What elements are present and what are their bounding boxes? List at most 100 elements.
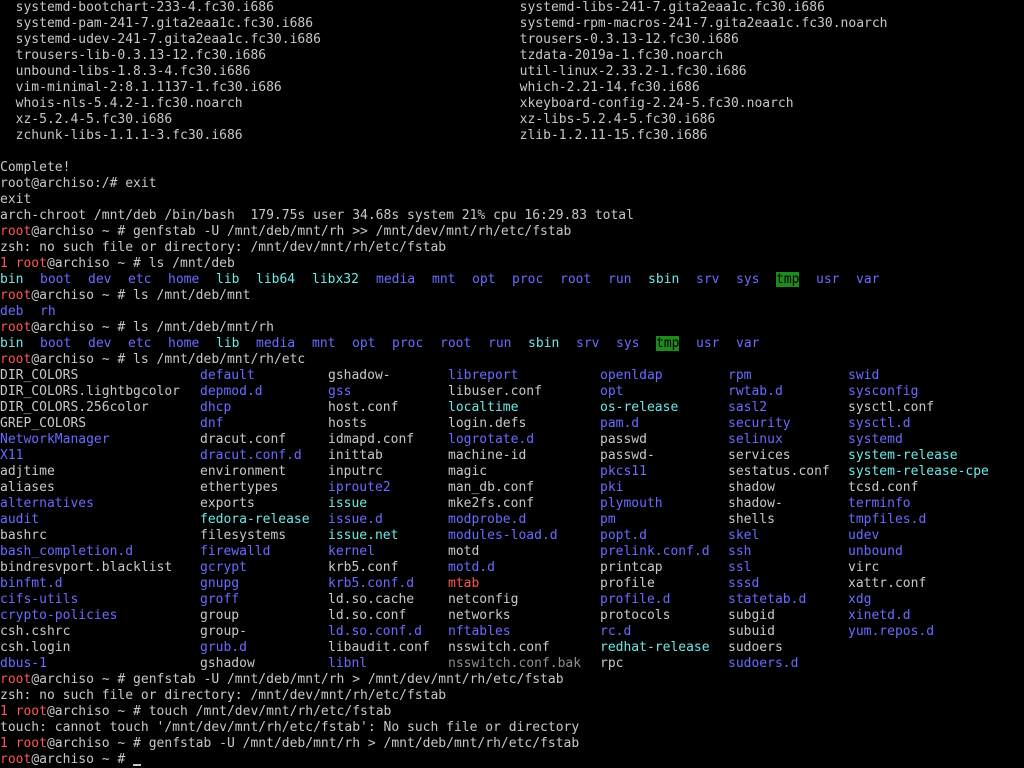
etc-listing-row: bash_completion.d firewalld kernel motd prel… (0, 544, 1024, 560)
terminal-text: sbin (648, 272, 680, 287)
file-entry: gshadow- (328, 368, 391, 383)
terminal-text: sys (736, 272, 760, 287)
terminal-text: arch-chroot /mnt/deb /bin/bash 179.75s u… (0, 208, 634, 223)
file-entry: issue.net (328, 528, 399, 543)
terminal-text: @archiso ~ # ls /mnt/deb/mnt/rh (31, 320, 274, 335)
terminal-text: dev (88, 336, 112, 351)
terminal-line: systemd-bootchart-233-4.fc30.i686 system… (0, 0, 1024, 16)
file-entry: magic (448, 464, 488, 479)
terminal-text: xkeyboard-config-2.24-5.fc30.noarch (504, 96, 794, 111)
terminal-text: sbin (528, 336, 560, 351)
terminal-line: arch-chroot /mnt/deb /bin/bash 179.75s u… (0, 208, 1024, 224)
file-entry: gnupg (200, 576, 240, 591)
terminal-text: @archiso ~ # genfstab -U /mnt/deb/mnt/rh… (31, 224, 572, 239)
file-entry: xattr.conf (848, 576, 927, 591)
terminal-text: opt (352, 336, 376, 351)
file-entry: rpm (728, 368, 752, 383)
file-entry: security (728, 416, 791, 431)
etc-listing-row: bindresvport.blacklist gcrypt krb5.conf mot… (0, 560, 1024, 576)
file-entry: DIR_COLORS (0, 368, 79, 383)
terminal-text: home (168, 336, 200, 351)
terminal-line: zsh: no such file or directory: /mnt/dev… (0, 688, 1024, 704)
file-entry: kernel (328, 544, 375, 559)
etc-listing-row: binfmt.d gnupg krb5.conf.d mtab profile sssd x… (0, 576, 1024, 592)
terminal-text: opt (472, 272, 496, 287)
terminal-cell: root@archiso ~ # genfstab -U /mnt/deb/mn… (0, 672, 564, 688)
terminal-text: systemd-pam-241-7.gita2eaa1c.fc30.i686 (0, 16, 314, 31)
terminal-text: @archiso ~ # ls /mnt/deb/mnt/rh/etc (31, 352, 306, 367)
terminal-cell: media (256, 336, 295, 352)
terminal-cell: whois-nls-5.4.2-1.fc30.noarch (0, 96, 243, 112)
terminal-text: systemd-libs-241-7.gita2eaa1c.fc30.i686 (504, 0, 825, 15)
file-entry: localtime (448, 400, 519, 415)
file-entry: host.conf (328, 400, 399, 415)
terminal-cell: util-linux-2.33.2-1.fc30.i686 (504, 64, 747, 80)
file-entry: pm (600, 512, 616, 527)
terminal-cell: tzdata-2019a-1.fc30.noarch (504, 48, 724, 64)
terminal-cell: root@archiso ~ # ls /mnt/deb/mnt/rh (0, 320, 274, 336)
terminal-text: var (856, 272, 880, 287)
file-entry: systemd (848, 432, 903, 447)
cursor[interactable] (133, 764, 142, 766)
etc-listing-row: cifs-utils groff ld.so.cache netconfig profi… (0, 592, 1024, 608)
file-entry: sysctl.d (848, 416, 911, 431)
terminal-text: var (736, 336, 760, 351)
prompt-user: root (0, 352, 32, 367)
prompt-user: root (0, 672, 32, 687)
file-entry: system-release-cpe (848, 464, 989, 479)
file-entry: dhcp (200, 400, 232, 415)
terminal-text: srv (696, 272, 720, 287)
file-entry: dnf (200, 416, 224, 431)
terminal-line: deb rh (0, 304, 1024, 320)
terminal-cell: zlib-1.2.11-15.fc30.i686 (504, 128, 708, 144)
file-entry: protocols (600, 608, 671, 623)
file-entry: logrotate.d (448, 432, 535, 447)
file-entry: tcsd.conf (848, 480, 919, 495)
file-entry: services (728, 448, 791, 463)
terminal-cell: xz-libs-5.2.4-5.fc30.i686 (504, 112, 716, 128)
terminal-cell: root@archiso ~ # ls /mnt/deb/mnt/rh/etc (0, 352, 305, 368)
file-entry: opt (600, 384, 624, 399)
file-entry: groff (200, 592, 240, 607)
terminal-text: lib (216, 272, 240, 287)
file-entry: krb5.conf.d (328, 576, 415, 591)
terminal-text: etc (128, 272, 152, 287)
file-entry: DIR_COLORS.256color (0, 400, 149, 415)
file-entry: tmpfiles.d (848, 512, 927, 527)
terminal-line: Complete! (0, 160, 1024, 176)
file-entry: ld.so.conf (328, 608, 407, 623)
terminal-cell: run (488, 336, 511, 352)
terminal-cell: Complete! (0, 160, 70, 176)
terminal-text: tmp (656, 336, 680, 351)
terminal-line: trousers-lib-0.3.13-12.fc30.i686 tzdata-… (0, 48, 1024, 64)
terminal-text: media (256, 336, 296, 351)
terminal-cell: systemd-rpm-macros-241-7.gita2eaa1c.fc30… (504, 16, 888, 32)
terminal-cell: zchunk-libs-1.1.1-3.fc30.i686 (0, 128, 243, 144)
terminal-cell: systemd-pam-241-7.gita2eaa1c.fc30.i686 (0, 16, 313, 32)
terminal-screen[interactable]: systemd-bootchart-233-4.fc30.i686 system… (0, 0, 1024, 768)
file-entry: bashrc (0, 528, 47, 543)
file-entry: NetworkManager (0, 432, 110, 447)
file-entry: shadow- (728, 496, 783, 511)
file-entry: printcap (600, 560, 663, 575)
file-entry: fedora-release (200, 512, 310, 527)
file-entry: sestatus.conf (728, 464, 830, 479)
terminal-line: systemd-pam-241-7.gita2eaa1c.fc30.i686 s… (0, 16, 1024, 32)
terminal-line: zsh: no such file or directory: /mnt/dev… (0, 240, 1024, 256)
terminal-text: dev (88, 272, 112, 287)
terminal-text: media (376, 272, 416, 287)
file-entry: group- (200, 624, 247, 639)
terminal-text: @archiso ~ # genfstab -U /mnt/deb/mnt/rh… (46, 736, 580, 751)
file-entry: exports (200, 496, 255, 511)
terminal-text: vim-minimal-2:8.1.1137-1.fc30.i686 (0, 80, 282, 95)
terminal-cell: lib64 (256, 272, 295, 288)
terminal-text: tmp (776, 272, 800, 287)
terminal-text: sys (616, 336, 640, 351)
file-entry: xdg (848, 592, 872, 607)
terminal-line: root@archiso ~ # ls /mnt/deb/mnt/rh (0, 320, 1024, 336)
terminal-cell: vim-minimal-2:8.1.1137-1.fc30.i686 (0, 80, 282, 96)
file-entry: sysconfig (848, 384, 919, 399)
file-entry: sudoers (728, 640, 783, 655)
terminal-text: exit (0, 192, 32, 207)
